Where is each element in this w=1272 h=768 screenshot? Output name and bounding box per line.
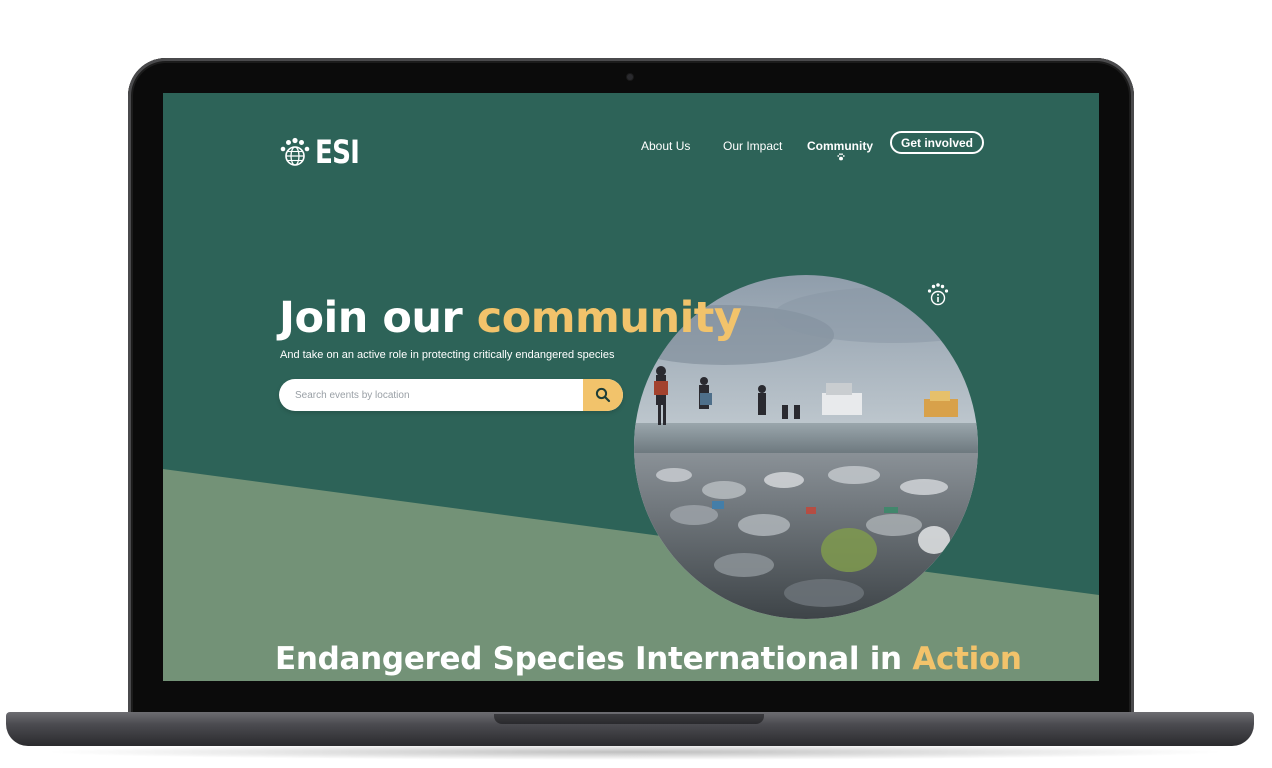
nav-about-us[interactable]: About Us [641,139,690,153]
webcam [627,74,633,80]
hero-title-accent: community [476,293,742,343]
section-title: Endangered Species International in Acti… [275,641,1022,677]
get-involved-button[interactable]: Get involved [890,131,984,154]
laptop-shadow [40,744,1230,760]
nav-community[interactable]: Community [807,139,873,153]
website-screen: ESI About Us Our Impact Community Get in… [163,93,1099,681]
section-title-main: Endangered Species International in [275,641,913,677]
paw-info-icon[interactable] [927,283,949,307]
search-button[interactable] [583,379,623,411]
search-icon [595,387,611,403]
event-search-bar [279,379,623,411]
hero-title-main: Join our [279,293,477,343]
main-nav: About Us Our Impact Community Get involv… [163,131,1099,171]
search-input[interactable] [279,379,595,411]
hero-title: Join our community [279,293,742,343]
section-title-accent: Action [912,641,1022,677]
laptop-base-notch [494,714,764,724]
nav-our-impact[interactable]: Our Impact [723,139,782,153]
hero-subtitle: And take on an active role in protecting… [280,349,615,361]
active-paw-indicator-icon [837,153,845,161]
